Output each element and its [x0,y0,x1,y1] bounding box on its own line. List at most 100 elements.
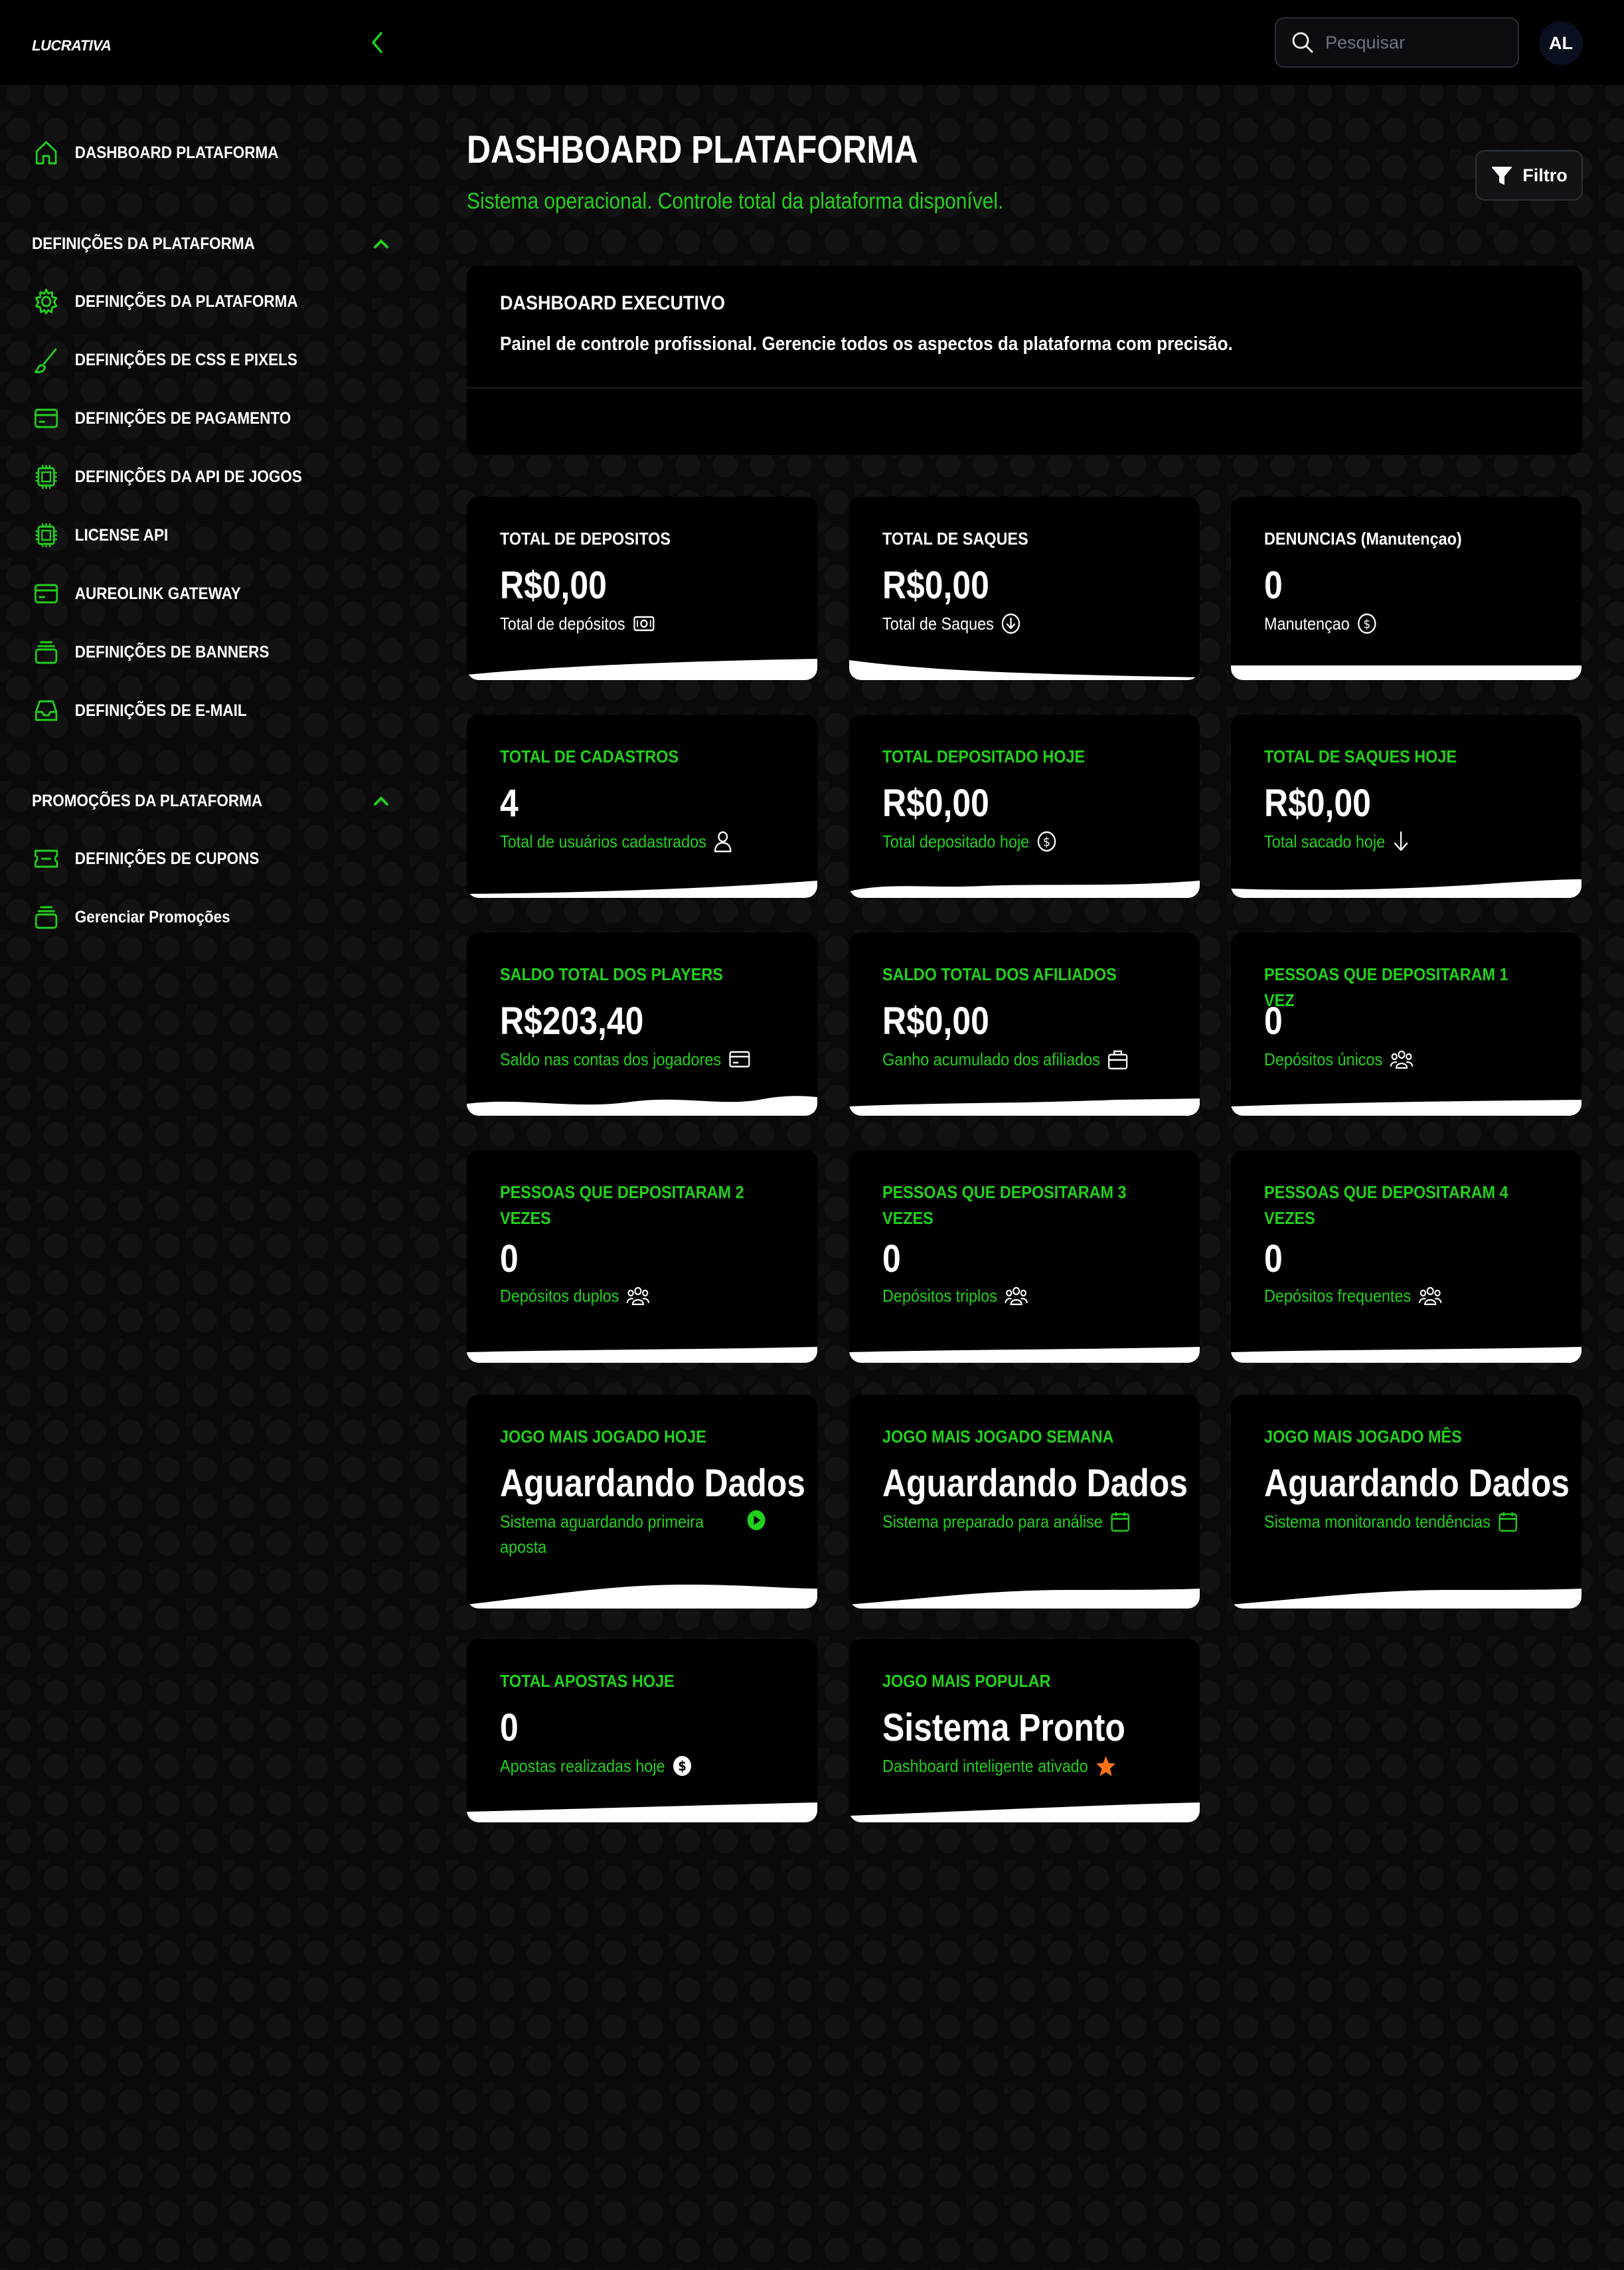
arrow-down-circle-icon [1001,612,1022,635]
executive-panel: DASHBOARD EXECUTIVO Painel de controle p… [467,266,1582,455]
user-icon [714,830,733,853]
sidebar-item-banners[interactable]: DEFINIÇÕES DE BANNERS [32,632,269,672]
stat-subtitle-text: Depósitos frequentes [1264,1286,1412,1306]
sidebar-item-label: DEFINIÇÕES DE PAGAMENTO [74,408,291,428]
sparkline-wave [849,1589,1200,1609]
sidebar-item-coupons[interactable]: DEFINIÇÕES DE CUPONS [32,839,259,879]
filter-label: Filtro [1522,165,1568,185]
card-icon [728,1049,751,1069]
stat-subtitle: Apostas realizadas hoje $ [500,1753,692,1779]
stat-value: Aguardando Dados [1264,1462,1570,1505]
stat-label: TOTAL DE SAQUES [882,529,1028,549]
calendar-icon [1110,1510,1131,1533]
section-title: PROMOÇÕES DA PLATAFORMA [32,791,263,810]
users-icon [626,1284,650,1307]
sidebar-item-payment[interactable]: DEFINIÇÕES DE PAGAMENTO [32,398,291,438]
stat-label: SALDO TOTAL DOS AFILIADOS [882,964,1117,984]
stat-card: PESSOAS QUE DEPOSITARAM 3 VEZES 0 Depósito… [849,1150,1200,1363]
stat-subtitle-text: Total depositado hoje [882,831,1030,851]
stat-value: 0 [1264,564,1283,607]
chevron-up-icon [374,239,388,248]
sparkline-wave [467,1096,817,1116]
stat-subtitle-text: Sistema aguardando primeira aposta [500,1512,704,1557]
collapse-sidebar-button[interactable] [364,27,390,58]
stat-subtitle: Sistema preparado para análise [882,1509,1130,1534]
cash-icon [632,614,655,634]
stat-value: 0 [500,1237,519,1280]
stat-card: SALDO TOTAL DOS AFILIADOS R$0,00 Ganho acu… [849,932,1200,1116]
sidebar-item-dashboard[interactable]: DASHBOARD PLATAFORMA [32,133,278,173]
sparkline-wave [467,1802,817,1822]
svg-text:$: $ [1363,617,1370,632]
stat-label: PESSOAS QUE DEPOSITARAM 4 VEZES [1264,1182,1508,1228]
users-icon [1005,1284,1028,1307]
stat-label: PESSOAS QUE DEPOSITARAM 1 VEZ [1264,964,1508,1010]
users-icon [1418,1284,1442,1307]
arrow-down-icon [1392,830,1410,853]
stat-subtitle-text: Total de Saques [882,614,994,634]
stat-label: TOTAL APOSTAS HOJE [500,1671,675,1691]
stat-subtitle-text: Total sacado hoje [1264,831,1386,851]
stat-subtitle-text: Apostas realizadas hoje [500,1756,665,1776]
search-box[interactable] [1275,17,1519,68]
stat-subtitle: Depósitos frequentes [1264,1283,1442,1308]
calendar-icon [1498,1510,1518,1533]
card-icon [32,578,60,610]
svg-text:$: $ [678,1759,687,1774]
dollar-circle-icon: $ [1036,830,1057,853]
executive-description: Painel de controle profissional. Gerenci… [500,333,1233,355]
chip-icon [32,519,60,551]
sparkline-wave [467,659,817,680]
sidebar-item-label: DEFINIÇÕES DE E-MAIL [74,701,247,720]
sparkline-wave [467,1347,817,1363]
sidebar-item-aureolink-gateway[interactable]: AUREOLINK GATEWAY [32,574,241,614]
sidebar-item-css-pixels[interactable]: DEFINIÇÕES DE CSS E PIXELS [32,340,297,380]
stat-value: 0 [1264,1237,1283,1280]
users-icon [1390,1048,1414,1071]
sidebar-item-label: LICENSE API [74,525,169,545]
executive-title: DASHBOARD EXECUTIVO [500,292,726,314]
sidebar-item-platform-settings[interactable]: DEFINIÇÕES DA PLATAFORMA [32,282,298,321]
stat-card: SALDO TOTAL DOS PLAYERS R$203,40 Saldo nas… [467,932,817,1116]
stat-value: 0 [882,1237,901,1280]
sidebar-item-games-api[interactable]: DEFINIÇÕES DA API DE JOGOS [32,457,302,497]
stat-value: R$0,00 [1264,782,1371,825]
stat-value: R$0,00 [882,782,989,825]
stat-subtitle-text: Total de usuários cadastrados [500,831,706,851]
stat-value: Aguardando Dados [500,1462,806,1505]
sidebar-item-email[interactable]: DEFINIÇÕES DE E-MAIL [32,691,247,731]
sidebar-section-promotions[interactable]: PROMOÇÕES DA PLATAFORMA [32,784,390,818]
stat-value: Sistema Pronto [882,1706,1125,1749]
stat-card: JOGO MAIS JOGADO HOJE Aguardando Dados Sis… [467,1395,817,1609]
sidebar-item-license-api[interactable]: LICENSE API [32,515,168,555]
sparkline-wave [1231,665,1582,680]
sparkline-wave [849,660,1200,680]
ticket-icon [32,843,60,875]
coin-icon: $ [672,1755,692,1777]
stat-subtitle-text: Sistema preparado para análise [882,1512,1103,1531]
stat-subtitle-text: Dashboard inteligente ativado [882,1756,1088,1776]
stat-label: TOTAL DE SAQUES HOJE [1264,746,1457,766]
search-input[interactable] [1325,32,1511,53]
stat-card: TOTAL DE SAQUES HOJE R$0,00 Total sacado h… [1231,715,1582,898]
stat-label: JOGO MAIS JOGADO HOJE [500,1427,706,1446]
stat-card: DENUNCIAS (Manutençao) 0 Manutençao $ [1231,497,1582,680]
stat-value: Aguardando Dados [882,1462,1188,1505]
stat-subtitle: Manutençao $ [1264,611,1377,636]
sparkline-wave [849,1802,1200,1822]
top-bar: LUCRATIVA AL [0,0,1624,85]
stat-subtitle-text: Depósitos duplos [500,1286,619,1306]
stat-card: PESSOAS QUE DEPOSITARAM 4 VEZES 0 Depósito… [1231,1150,1582,1363]
stat-value: R$0,00 [882,564,989,607]
avatar[interactable]: AL [1539,21,1583,65]
stat-subtitle: Depósitos triplos [882,1283,1028,1308]
sparkline-wave [467,1585,817,1609]
sidebar-item-label: DEFINIÇÕES DE CUPONS [74,849,260,868]
stat-subtitle: Total de usuários cadastrados [500,829,732,854]
stat-value: 0 [1264,1000,1283,1043]
stat-label: TOTAL DE DEPOSITOS [500,529,671,549]
play-icon [746,1509,767,1531]
sidebar-item-manage-promotions[interactable]: Gerenciar Promoções [32,897,230,937]
filter-button[interactable]: Filtro [1475,150,1583,201]
sidebar-section-settings[interactable]: DEFINIÇÕES DA PLATAFORMA [32,227,390,260]
